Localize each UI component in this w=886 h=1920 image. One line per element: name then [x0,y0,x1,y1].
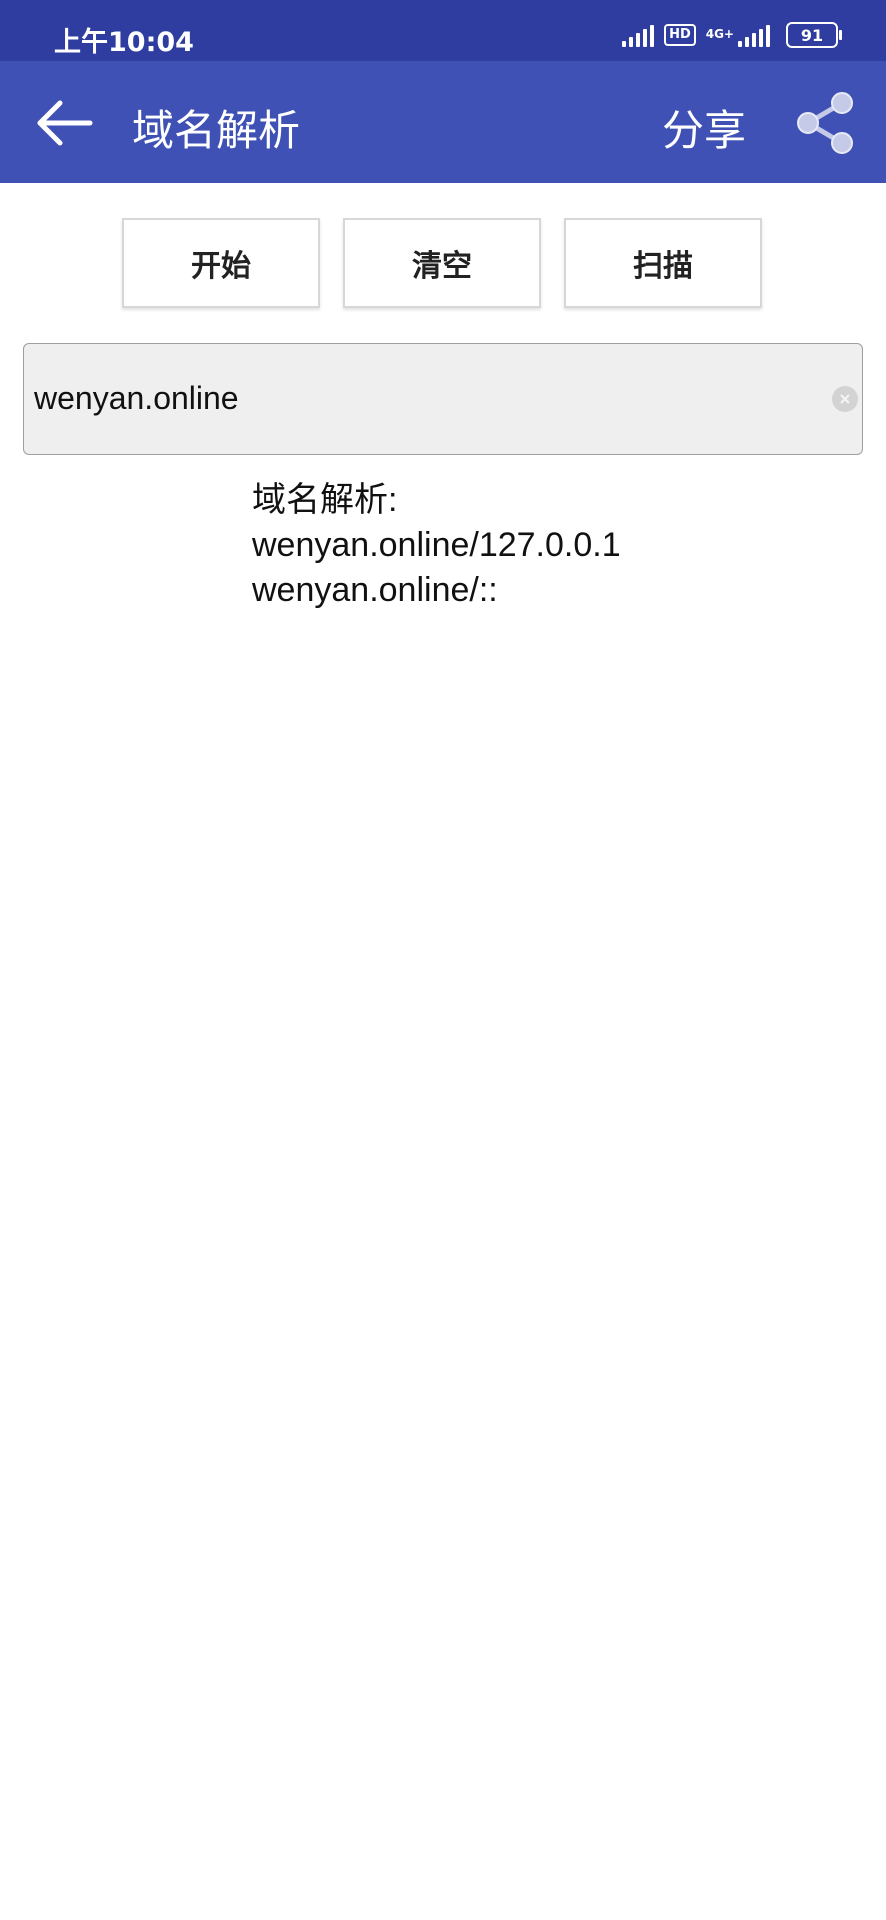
clear-button[interactable]: 清空 [343,218,541,308]
network-indicator: 4G+ [706,23,770,47]
close-icon [840,394,850,404]
results-header: 域名解析: [252,481,398,519]
battery-icon: 91 [786,22,842,48]
page-title: 域名解析 [132,106,301,155]
scan-button[interactable]: 扫描 [564,218,762,308]
network-label: 4G+ [705,27,734,41]
result-line: wenyan.online/:: [252,571,498,609]
clear-input-icon[interactable] [832,386,858,412]
share-text-button[interactable]: 分享 [662,97,746,158]
results-output: 域名解析: wenyan.online/127.0.0.1 wenyan.onl… [252,478,621,613]
hd-badge: HD [664,24,696,46]
share-icon [797,92,853,154]
back-button[interactable] [30,91,100,155]
status-time: 上午10:04 [54,27,194,58]
mobile-signal-icon [738,23,770,47]
app-bar: 域名解析 分享 [0,61,886,183]
battery-level: 91 [800,25,824,45]
status-bar: 上午10:04 HD 4G+ 91 [0,0,886,61]
status-icons: HD 4G+ 91 [622,22,842,48]
domain-input[interactable] [34,380,814,417]
start-button[interactable]: 开始 [122,218,320,308]
signal-icon [622,23,655,47]
result-line: wenyan.online/127.0.0.1 [252,526,621,564]
arrow-back-icon [37,100,93,146]
domain-input-container [23,343,863,455]
share-button[interactable] [790,91,860,155]
